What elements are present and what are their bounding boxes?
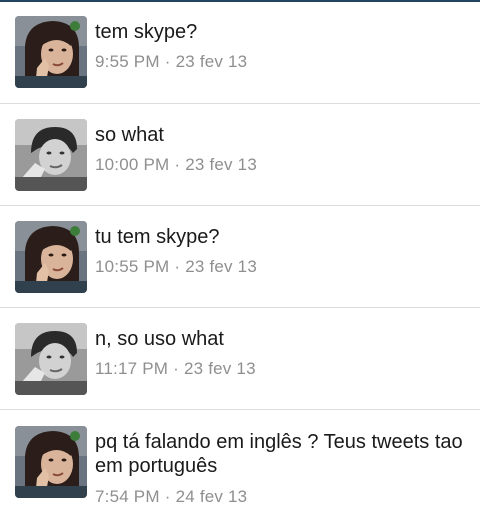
message-text: pq tá falando em inglês ? Teus tweets ta…	[95, 431, 463, 477]
meta-separator: ·	[164, 52, 171, 71]
message-meta: 11:17 PM · 23 fev 13	[95, 359, 256, 379]
message-text: n, so uso what	[95, 328, 224, 350]
meta-separator: ·	[164, 487, 171, 506]
boy-avatar[interactable]	[15, 119, 87, 191]
message-item[interactable]: n, so uso what 11:17 PM · 23 fev 13	[0, 308, 480, 410]
meta-separator: ·	[174, 155, 181, 174]
meta-separator: ·	[174, 257, 181, 276]
meta-separator: ·	[173, 359, 179, 378]
message-list: tem skype? 9:55 PM · 23 fev 13 so what 10:…	[0, 2, 480, 520]
message-date: 24 fev 13	[175, 487, 248, 506]
message-item[interactable]: tem skype? 9:55 PM · 23 fev 13	[0, 2, 480, 104]
message-item[interactable]: tu tem skype? 10:55 PM · 23 fev 13	[0, 206, 480, 308]
message-time: 10:55 PM	[95, 257, 170, 276]
message-time: 11:17 PM	[95, 359, 169, 378]
message-time: 7:54 PM	[95, 487, 160, 506]
message-meta: 7:54 PM · 24 fev 13	[95, 487, 247, 507]
message-meta: 9:55 PM · 23 fev 13	[95, 52, 247, 72]
message-time: 10:00 PM	[95, 155, 170, 174]
message-text: so what	[95, 124, 164, 146]
message-meta: 10:00 PM · 23 fev 13	[95, 155, 257, 175]
girl-avatar[interactable]	[15, 16, 87, 88]
message-time: 9:55 PM	[95, 52, 160, 71]
boy-avatar[interactable]	[15, 323, 87, 395]
message-text: tem skype?	[95, 21, 198, 43]
message-meta: 10:55 PM · 23 fev 13	[95, 257, 257, 277]
message-text: tu tem skype?	[95, 226, 220, 248]
message-item[interactable]: so what 10:00 PM · 23 fev 13	[0, 104, 480, 206]
message-date: 23 fev 13	[175, 52, 248, 71]
girl-avatar[interactable]	[15, 426, 87, 498]
girl-avatar[interactable]	[15, 221, 87, 293]
message-date: 23 fev 13	[183, 359, 256, 378]
message-date: 23 fev 13	[185, 155, 257, 174]
message-date: 23 fev 13	[185, 257, 257, 276]
message-item[interactable]: pq tá falando em inglês ? Teus tweets ta…	[0, 410, 480, 520]
